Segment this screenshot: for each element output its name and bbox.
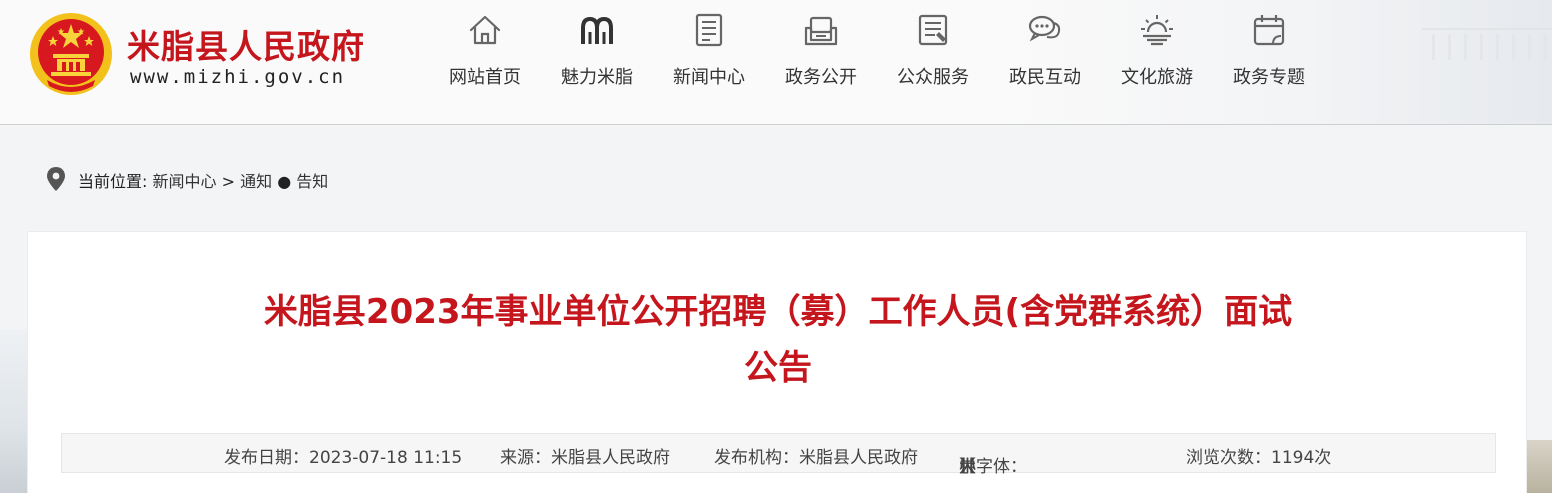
article-title: 米脂县2023年事业单位公开招聘（募）工作人员(含党群系统）面试 公告 [128,284,1428,396]
nav-item-special-topics[interactable]: 政务专题 [1214,8,1324,98]
article-card: 米脂县2023年事业单位公开招聘（募）工作人员(含党群系统）面试 公告 发布日期… [27,231,1527,493]
nav-item-home[interactable]: 网站首页 [430,8,540,98]
landmark-icon [581,16,613,44]
font-size-bracket: 】 [959,457,976,477]
chat-icon [1028,15,1061,42]
news-icon [695,13,723,47]
nav-item-news-center[interactable]: 新闻中心 [654,8,764,98]
article-source: 来源：米脂县人民政府 [500,448,670,468]
nav-label-news-center: 新闻中心 [673,67,745,88]
nav-label-home: 网站首页 [449,67,521,88]
publishing-agency: 发布机构：米脂县人民政府 [714,448,918,468]
article-title-line1: 米脂县2023年事业单位公开招聘（募）工作人员(含党群系统）面试 [263,292,1293,332]
nav-label-interaction: 政民互动 [1009,67,1081,88]
nav-item-gov-affairs[interactable]: 政务公开 [766,8,876,98]
nav-item-public-service[interactable]: 公众服务 [878,8,988,98]
nav-label-special-topics: 政务专题 [1233,67,1305,88]
background-landscape-right [1526,440,1552,493]
background-landscape-left [0,330,30,493]
breadcrumb-notice[interactable]: 通知 [240,172,272,191]
nav-item-interaction[interactable]: 政民互动 [990,8,1100,98]
breadcrumb-separator: > [221,172,236,191]
site-name[interactable]: 米脂县人民政府 [127,20,365,68]
breadcrumb-dot-separator: ● [277,172,292,191]
home-icon [469,15,501,45]
location-pin-icon [47,167,65,191]
view-count: 浏览次数：1194次 [1186,448,1332,468]
site-header: 米脂县人民政府 www.mizhi.gov.cn 网站首页 魅力米脂 新闻中心 … [0,0,1552,125]
service-icon [918,14,948,46]
nav-item-charm-mizhi[interactable]: 魅力米脂 [542,8,652,98]
breadcrumb-text: 当前位置: 新闻中心 > 通知 ● 告知 [78,168,328,192]
national-emblem-icon[interactable] [27,10,115,98]
nav-label-public-service: 公众服务 [897,67,969,88]
building-silhouette [1422,28,1552,68]
nav-label-charm-mizhi: 魅力米脂 [561,67,633,88]
breadcrumb-prefix: 当前位置: [78,172,148,191]
archive-icon [804,16,838,46]
breadcrumb-news-center[interactable]: 新闻中心 [153,172,217,191]
nav-label-gov-affairs: 政务公开 [785,67,857,88]
breadcrumb-announcement[interactable]: 告知 [296,172,328,191]
publish-date: 发布日期：2023-07-18 11:15 [224,448,463,468]
nav-item-culture-tourism[interactable]: 文化旅游 [1102,8,1212,98]
nav-label-culture-tourism: 文化旅游 [1121,67,1193,88]
article-title-line2: 公告 [744,348,812,388]
site-url[interactable]: www.mizhi.gov.cn [130,66,345,88]
sunrise-icon [1141,15,1173,46]
article-meta-bar: 发布日期：2023-07-18 11:15 来源：米脂县人民政府 发布机构：米脂… [61,433,1496,477]
calendar-icon [1253,15,1285,46]
